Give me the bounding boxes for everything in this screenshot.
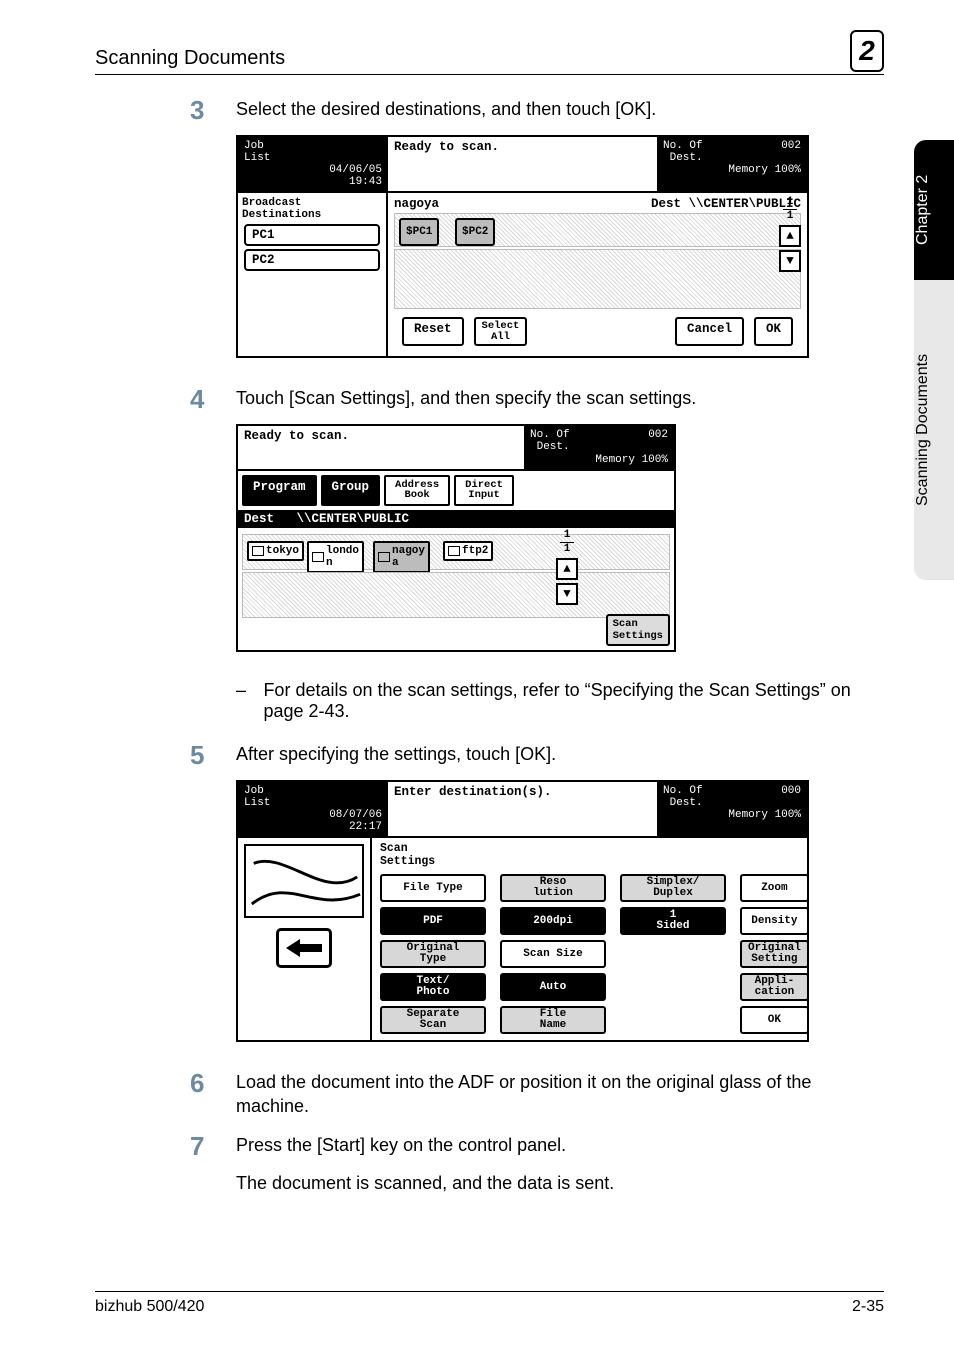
screen-scan-settings: Job List 08/07/06 22:17 Enter destinatio…: [236, 780, 809, 1042]
screen-scan-main: Ready to scan. No. Of Dest. 002 Memory 1…: [236, 424, 676, 651]
side-tab-chapter: Chapter 2: [914, 140, 954, 280]
original-type-value: Text/ Photo: [380, 973, 486, 1001]
scan-settings-title: Scan Settings: [372, 838, 815, 868]
chapter-badge: 2: [850, 30, 884, 72]
smb-icon: [312, 552, 324, 562]
smb-icon: [252, 546, 264, 556]
scroll-up-button[interactable]: ▲: [779, 225, 801, 247]
step-number-3: 3: [190, 97, 236, 123]
file-type-button[interactable]: File Type: [380, 874, 486, 902]
noof-label-2: No. Of Dest.: [530, 429, 570, 453]
memory-status-2: Memory 100%: [530, 454, 668, 466]
separate-scan-button[interactable]: Separate Scan: [380, 1006, 486, 1034]
pc1-button[interactable]: PC1: [244, 224, 380, 246]
page-fraction-2: 1 1: [560, 530, 574, 555]
footer-page: 2-35: [852, 1298, 884, 1316]
tab-group[interactable]: Group: [321, 475, 381, 506]
simplex-duplex-value: 1 Sided: [620, 907, 726, 935]
datetime: 04/06/05 19:43: [244, 164, 382, 188]
addr-chip-nagoya[interactable]: nagoy a: [373, 541, 430, 573]
noof-value-3: 000: [781, 785, 801, 809]
pc2-button[interactable]: PC2: [244, 249, 380, 271]
step-number-5: 5: [190, 742, 236, 768]
tab-program[interactable]: Program: [242, 475, 317, 506]
scroll-down-button-2[interactable]: ▼: [556, 583, 578, 605]
file-type-value: PDF: [380, 907, 486, 935]
reset-button[interactable]: Reset: [402, 317, 464, 346]
scroll-down-button[interactable]: ▼: [779, 250, 801, 272]
resolution-button[interactable]: Reso lution: [500, 874, 606, 902]
step-text-6: Load the document into the ADF or positi…: [236, 1070, 884, 1119]
step-text-4: Touch [Scan Settings], and then specify …: [236, 386, 884, 412]
tab-address-book[interactable]: Address Book: [384, 475, 450, 506]
status-text: Ready to scan.: [388, 137, 657, 191]
step-number-6: 6: [190, 1070, 236, 1119]
job-list-label-3[interactable]: Job List: [244, 785, 382, 809]
resolution-value: 200dpi: [500, 907, 606, 935]
dest-label: Dest: [651, 197, 681, 211]
noof-value-2: 002: [648, 429, 668, 453]
dest-label-2: Dest: [244, 512, 274, 526]
step-number-7: 7: [190, 1133, 236, 1196]
noof-label: No. Of Dest.: [663, 140, 703, 164]
zoom-button[interactable]: Zoom: [740, 874, 809, 902]
job-list-label[interactable]: Job List: [244, 140, 382, 164]
step-number-4: 4: [190, 386, 236, 412]
addr-chip-ftp2[interactable]: ftp2: [443, 541, 493, 561]
ok-button-3[interactable]: OK: [740, 1006, 809, 1034]
bullet-dash: –: [236, 680, 263, 722]
page-header-title: Scanning Documents: [95, 47, 850, 70]
status-text-3: Enter destination(s).: [388, 782, 657, 836]
back-arrow-button[interactable]: [276, 928, 332, 968]
simplex-duplex-button[interactable]: Simplex/ Duplex: [620, 874, 726, 902]
datetime-3: 08/07/06 22:17: [244, 809, 382, 833]
original-setting-button[interactable]: Original Setting: [740, 940, 809, 968]
cancel-button[interactable]: Cancel: [675, 317, 744, 346]
step-7-result: The document is scanned, and the data is…: [236, 1171, 884, 1195]
page-fraction: 1 1: [783, 197, 797, 222]
preview-thumbnail: [244, 844, 364, 918]
ok-button[interactable]: OK: [754, 317, 793, 346]
dest-name: nagoya: [394, 197, 439, 211]
side-tab-section: Scanning Documents: [914, 280, 954, 580]
scan-settings-button[interactable]: Scan Settings: [606, 614, 670, 646]
file-name-button[interactable]: File Name: [500, 1006, 606, 1034]
tab-direct-input[interactable]: Direct Input: [454, 475, 514, 506]
side-tab: Chapter 2 Scanning Documents: [914, 140, 954, 580]
addr-chip-tokyo[interactable]: tokyo: [247, 541, 304, 561]
noof-value: 002: [781, 140, 801, 164]
dest-chip-pc2[interactable]: $PC2: [455, 218, 495, 246]
smb-icon: [378, 552, 390, 562]
footer-model: bizhub 500/420: [95, 1298, 204, 1316]
step-text-3: Select the desired destinations, and the…: [236, 97, 884, 123]
memory-status-3: Memory 100%: [663, 809, 801, 821]
ftp-icon: [448, 546, 460, 556]
original-type-button[interactable]: Original Type: [380, 940, 486, 968]
step-text-5: After specifying the settings, touch [OK…: [236, 742, 884, 768]
broadcast-title: Broadcast Destinations: [242, 197, 382, 221]
dest-chip-pc1[interactable]: $PC1: [399, 218, 439, 246]
scan-size-value: Auto: [500, 973, 606, 1001]
noof-label-3: No. Of Dest.: [663, 785, 703, 809]
screen-broadcast-destinations: Job List 04/06/05 19:43 Ready to scan. N…: [236, 135, 809, 358]
select-all-button[interactable]: Select All: [474, 317, 528, 346]
density-button[interactable]: Density: [740, 907, 809, 935]
scroll-up-button-2[interactable]: ▲: [556, 558, 578, 580]
step-text-7: Press the [Start] key on the control pan…: [236, 1133, 884, 1157]
step-4-note: For details on the scan settings, refer …: [263, 680, 884, 722]
dest-path-2: \\CENTER\PUBLIC: [297, 512, 410, 526]
scan-size-button[interactable]: Scan Size: [500, 940, 606, 968]
addr-chip-london[interactable]: londo n: [307, 541, 364, 573]
application-button[interactable]: Appli- cation: [740, 973, 809, 1001]
memory-status: Memory 100%: [663, 164, 801, 176]
status-text-2: Ready to scan.: [238, 426, 524, 468]
